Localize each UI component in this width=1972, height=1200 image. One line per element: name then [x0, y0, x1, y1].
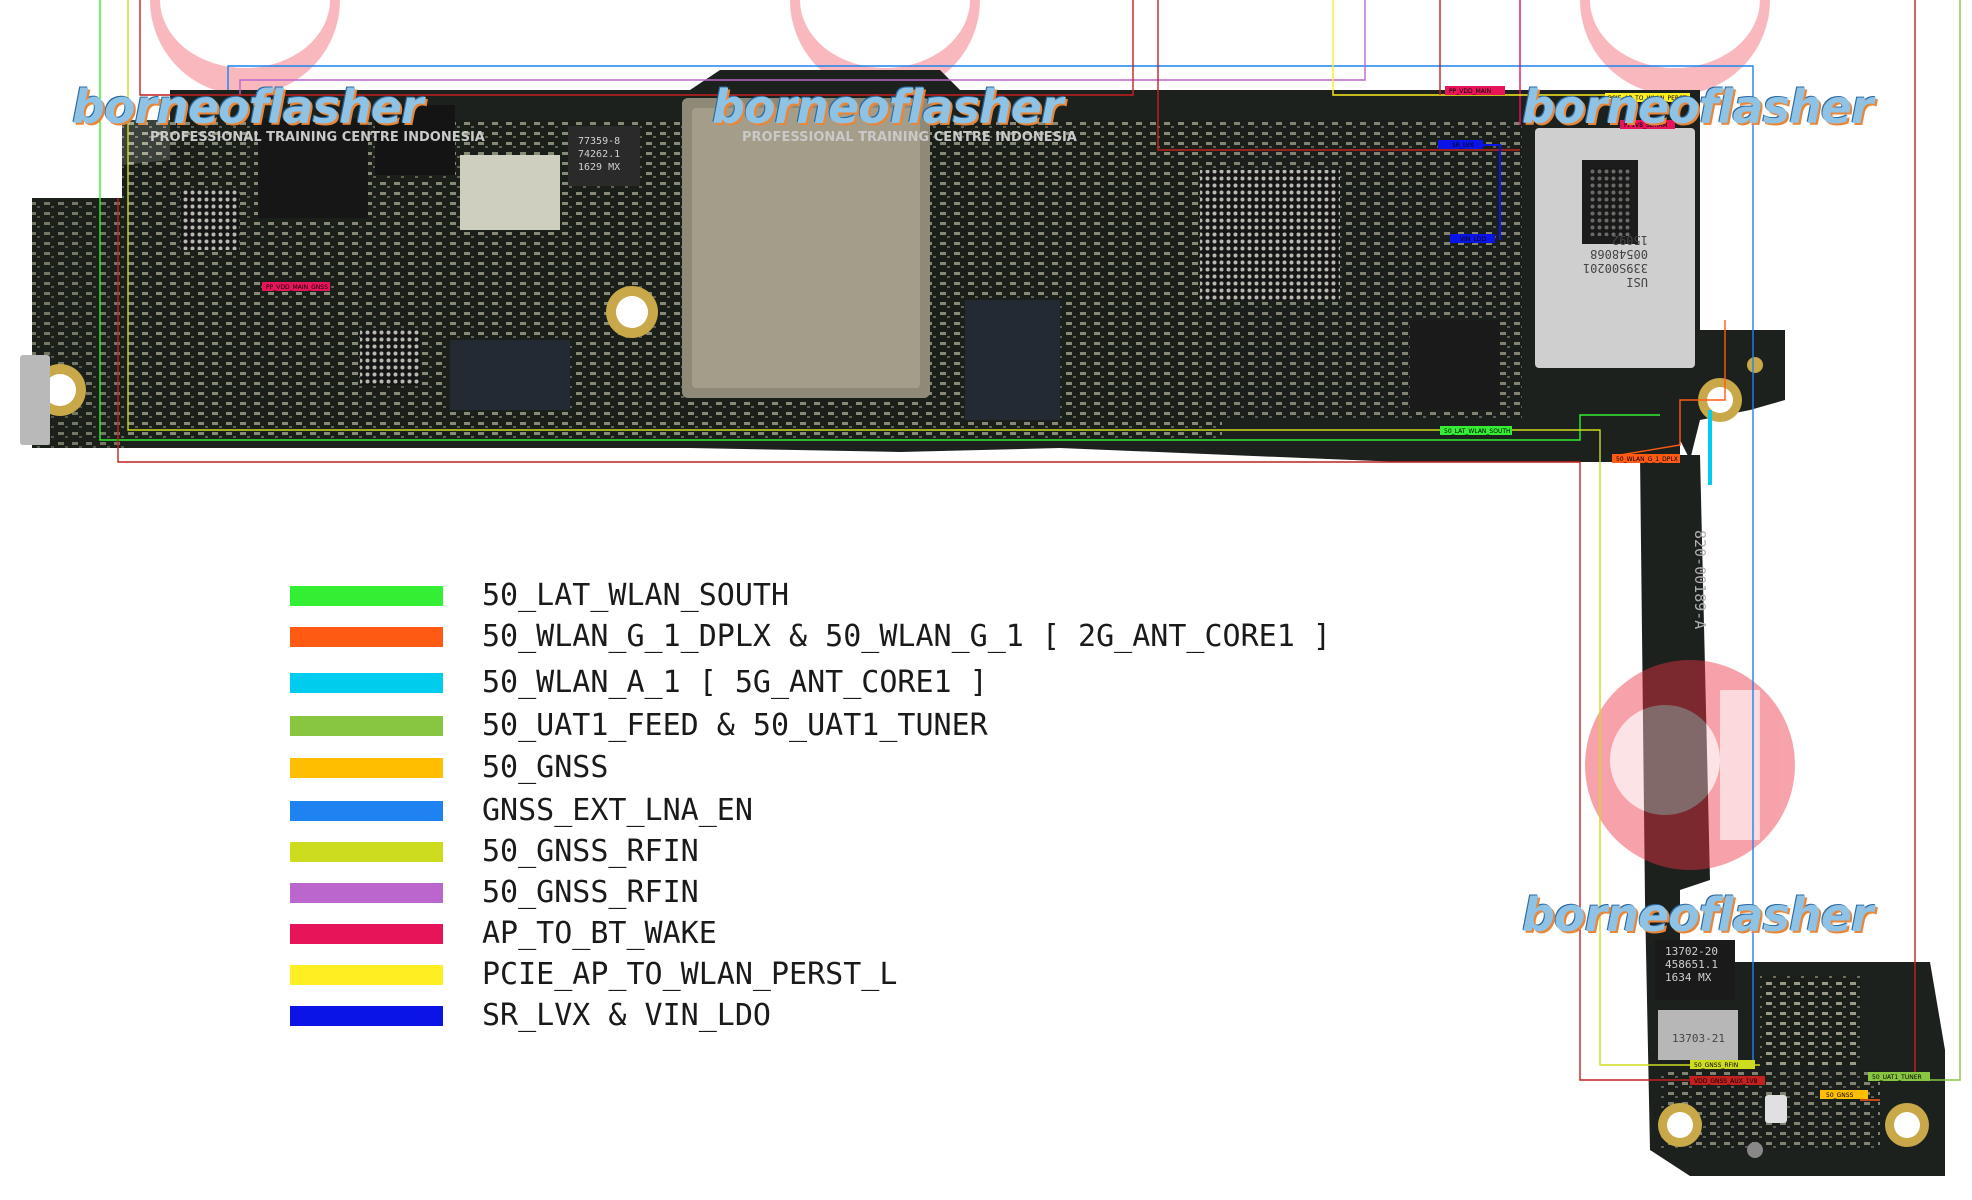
svg-text:77359-8: 77359-8 — [578, 136, 620, 147]
svg-text:339S00201: 339S00201 — [1583, 261, 1648, 275]
label-sr-lvx: SR_LVX — [1452, 142, 1474, 149]
legend-color-swatch — [290, 842, 443, 862]
board-part-number: 820-00189-A — [1691, 530, 1709, 629]
legend-color-swatch — [290, 716, 443, 736]
logo-watermark-tail — [1585, 660, 1795, 870]
svg-text:13702-20: 13702-20 — [1665, 945, 1718, 958]
brand-watermark: borneoflasher — [72, 80, 424, 134]
trace-green-outer — [1880, 0, 1961, 1081]
legend-color-swatch — [290, 758, 443, 778]
label-lat-wlan-south: 50_LAT_WLAN_SOUTH — [1444, 428, 1511, 435]
legend-label: 50_GNSS_RFIN — [482, 834, 699, 869]
legend-label: 50_LAT_WLAN_SOUTH — [482, 578, 790, 613]
legend-color-swatch — [290, 673, 443, 693]
label-vin-ldo: VIN_LDO — [1460, 236, 1486, 243]
svg-text:1634 MX: 1634 MX — [1665, 971, 1712, 984]
label-vdd-gnss-aux: VDD_GNSS_AUX_1V8 — [1694, 1078, 1758, 1085]
legend-color-swatch — [290, 965, 443, 985]
legend-label: PCIE_AP_TO_WLAN_PERST_L — [482, 957, 898, 992]
label-gnss-rfin: 50_GNSS_RFIN — [1694, 1062, 1738, 1069]
svg-text:458651.1: 458651.1 — [1665, 958, 1718, 971]
legend-label: 50_WLAN_A_1 [ 5G_ANT_CORE1 ] — [482, 665, 988, 700]
legend-color-swatch — [290, 1006, 443, 1026]
brand-tagline: PROFESSIONAL TRAINING CENTRE INDONESIA — [150, 130, 485, 145]
label-pp-vdd-main-gnss: PP_VDD_MAIN_GNSS — [266, 284, 328, 291]
brand-tagline: PROFESSIONAL TRAINING CENTRE INDONESIA — [742, 130, 1077, 145]
svg-text:1629 MX: 1629 MX — [578, 162, 620, 173]
label-uat1-tuner: 50_UAT1_TUNER — [1872, 1074, 1922, 1081]
legend-label: GNSS_EXT_LNA_EN — [482, 793, 753, 828]
legend-label: 50_WLAN_G_1_DPLX & 50_WLAN_G_1 [ 2G_ANT_… — [482, 619, 1331, 654]
legend-label: AP_TO_BT_WAKE — [482, 916, 717, 951]
brand-watermark: borneoflasher — [712, 80, 1064, 134]
bga-chip — [1200, 170, 1340, 300]
legend-label: 50_UAT1_FEED & 50_UAT1_TUNER — [482, 708, 988, 743]
legend-color-swatch — [290, 627, 443, 647]
legend-color-swatch — [290, 883, 443, 903]
svg-text:13703-21: 13703-21 — [1672, 1032, 1725, 1045]
brand-watermark: borneoflasher — [1522, 888, 1874, 942]
label-wlan-g1-dplx: 50_WLAN_G_1_DPLX — [1616, 456, 1678, 463]
svg-text:USI: USI — [1626, 275, 1648, 289]
legend-color-swatch — [290, 924, 443, 944]
legend-color-swatch — [290, 586, 443, 606]
legend-color-swatch — [290, 801, 443, 821]
brand-watermark: borneoflasher — [1522, 80, 1874, 134]
legend-label: 50_GNSS — [482, 750, 609, 785]
label-gnss: 50_GNSS — [1826, 1092, 1854, 1099]
svg-text:74262.1: 74262.1 — [578, 149, 620, 160]
legend-label: 50_GNSS_RFIN — [482, 875, 699, 910]
svg-text:15092: 15092 — [1612, 233, 1648, 247]
svg-text:00548068: 00548068 — [1590, 247, 1648, 261]
schematic-stage: 50_LAT_WLAN_SOUTH 50_WLAN_G_1_DPLX 50_GN… — [0, 0, 1972, 1196]
label-pp-vdd-main: PP_VDD_MAIN — [1449, 88, 1491, 95]
legend-label: SR_LVX & VIN_LDO — [482, 998, 771, 1033]
